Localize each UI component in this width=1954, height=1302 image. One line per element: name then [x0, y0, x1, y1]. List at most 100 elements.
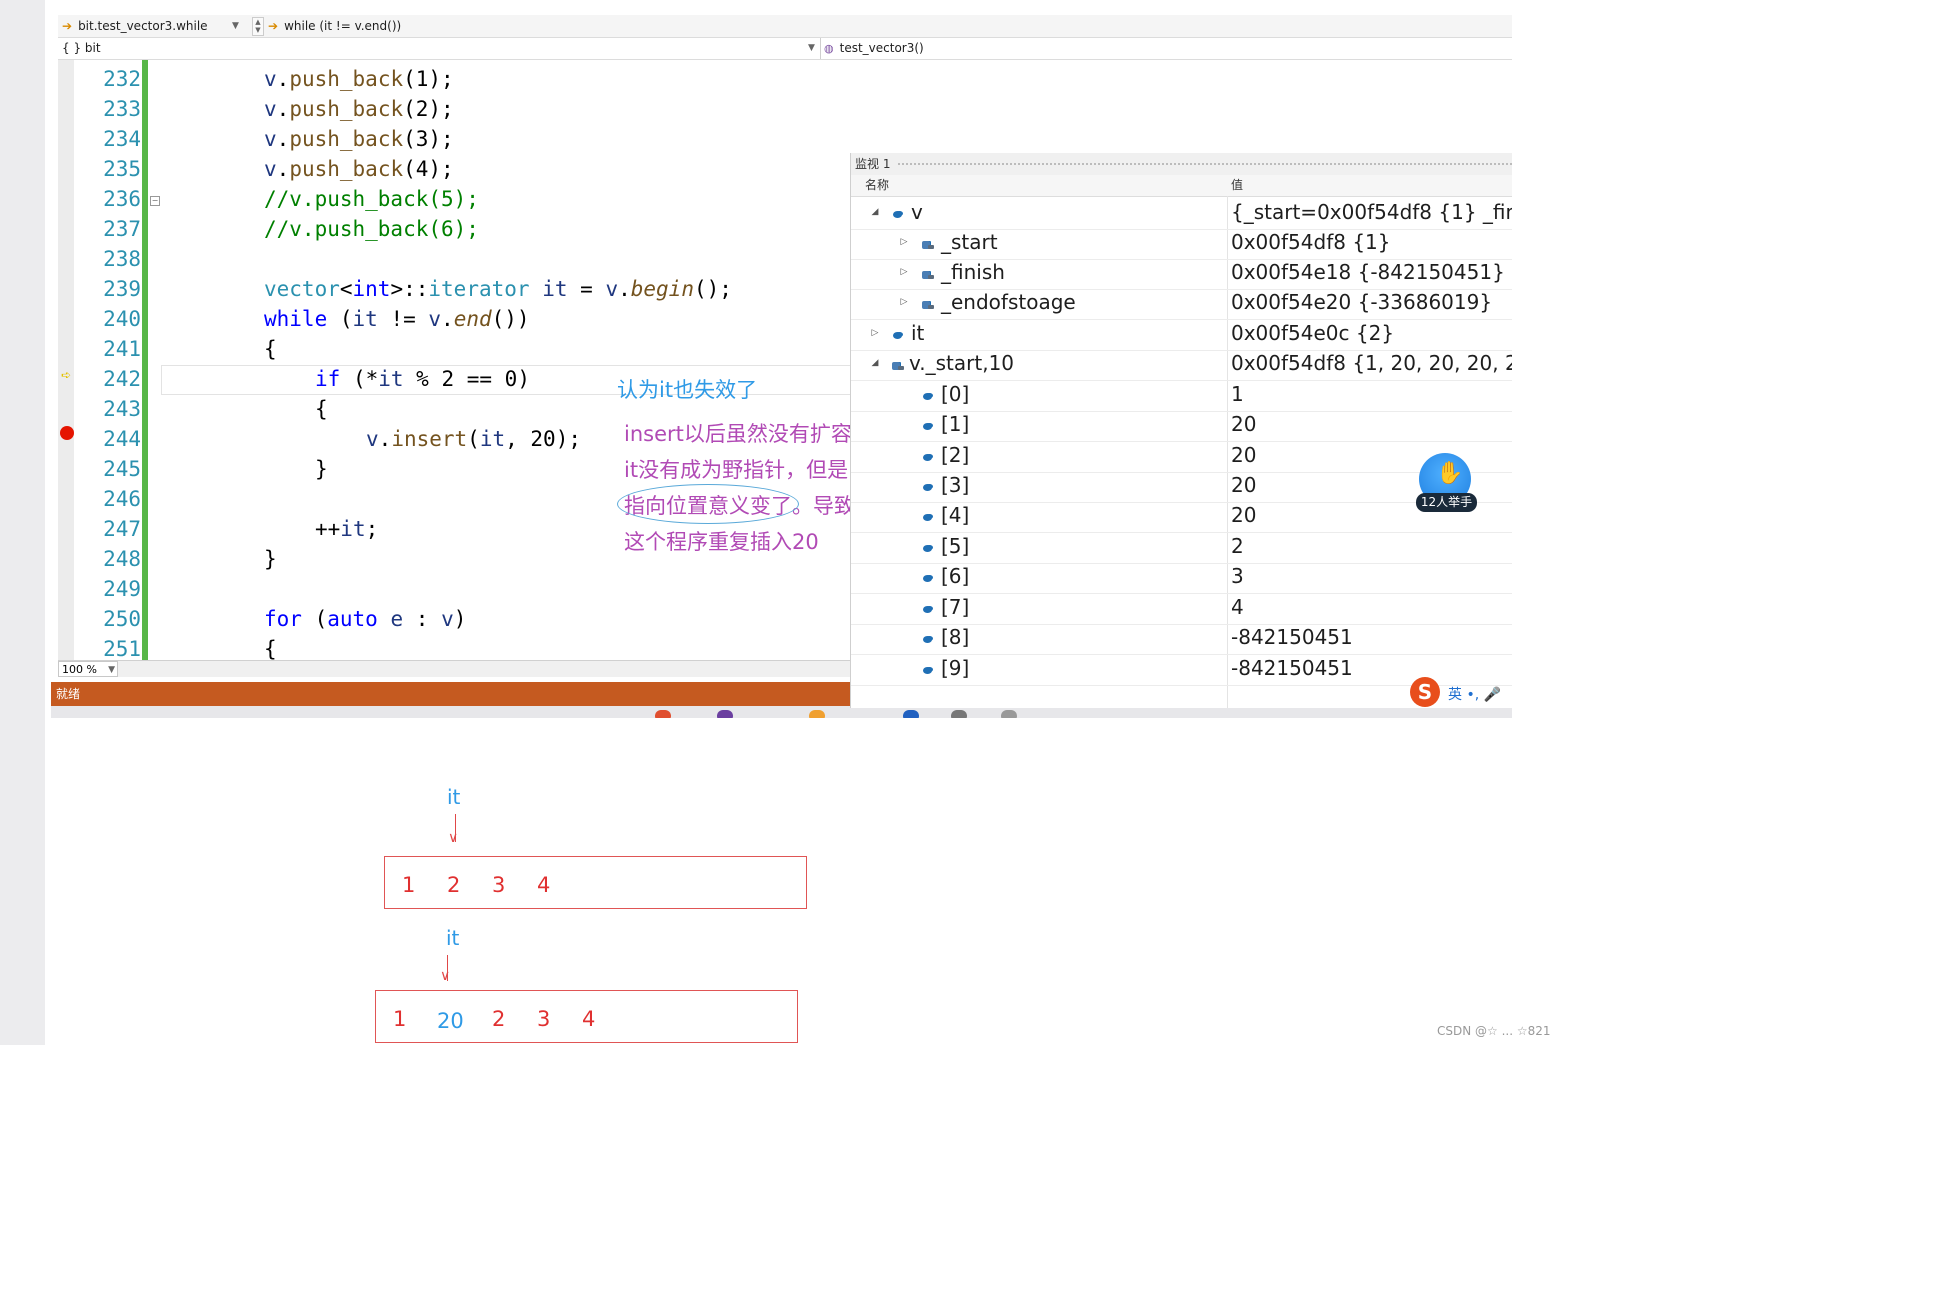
watch-value: 20 [1231, 503, 1257, 527]
collapse-icon[interactable]: − [150, 196, 160, 206]
field-icon [922, 271, 934, 279]
line-number: 243 [103, 397, 141, 421]
column-header-value[interactable]: 值 [1231, 175, 1243, 196]
watch-row[interactable]: ▷ _finish 0x00f54e18 {-842150451} [851, 259, 1512, 290]
navbar-left-dropdown[interactable]: ➔ bit.test_vector3.while [62, 19, 208, 33]
watch-row[interactable]: [2] 20 [851, 442, 1512, 473]
app-icon[interactable] [809, 710, 825, 718]
field-icon [922, 241, 934, 249]
breakpoint-icon[interactable] [60, 426, 74, 440]
vector-box-after: 1 20 2 3 4 [375, 990, 798, 1043]
variable-icon [923, 636, 932, 643]
app-icon[interactable] [903, 710, 919, 718]
app-icon[interactable] [655, 710, 671, 718]
watch-value: 20 [1231, 443, 1257, 467]
watch-name: v [911, 200, 923, 224]
code-line: if (*it % 2 == 0) [315, 367, 530, 391]
change-tracking-bar [142, 60, 148, 660]
annotation-blue: 认为it也失效了 [617, 378, 758, 402]
watch-row[interactable]: [4] 20 [851, 502, 1512, 533]
navbar-stepper[interactable]: ▲ ▼ [252, 17, 264, 36]
watch-name: _finish [941, 260, 1005, 284]
collapsed-triangle-icon[interactable]: ▷ [899, 237, 909, 247]
app-icon[interactable] [717, 710, 733, 718]
variable-icon [923, 393, 932, 400]
breakpoint-gutter[interactable] [58, 60, 74, 660]
line-number: 245 [103, 457, 141, 481]
watch-value: 1 [1231, 382, 1244, 406]
watch-row[interactable]: [8] -842150451 [851, 624, 1512, 655]
watch-row[interactable]: ◢ v._start,10 0x00f54df8 {1, 20, 20, 20,… [851, 350, 1512, 381]
watch-title: 监视 1 [855, 157, 891, 171]
chevron-down-icon[interactable]: ▼ [232, 21, 239, 31]
code-editor[interactable]: v.push_back(1); v.push_back(2); v.push_b… [161, 60, 901, 660]
code-line: v.push_back(2); [264, 97, 454, 121]
zoom-dropdown[interactable]: 100 % ▼ [58, 661, 118, 677]
watch-value: 2 [1231, 534, 1244, 558]
variable-icon [923, 423, 932, 430]
watch-name: v._start,10 [909, 351, 1015, 375]
collapsed-triangle-icon[interactable]: ▷ [899, 267, 909, 277]
watch-name: [2] [941, 443, 970, 467]
arrow-right-icon: ➔ [62, 19, 73, 33]
watch-row[interactable]: [7] 4 [851, 594, 1512, 625]
variable-icon [923, 667, 932, 674]
chevron-down-icon[interactable]: ▼ [808, 43, 815, 53]
annotation-line: it没有成为野指针，但是it [624, 458, 863, 482]
watch-row[interactable]: [1] 20 [851, 411, 1512, 442]
scope-bar: { } bit ▼ ◍ test_vector3() [58, 38, 1512, 60]
collapsed-triangle-icon[interactable]: ▷ [899, 297, 909, 307]
app-icon[interactable] [1001, 710, 1017, 718]
code-line: v.push_back(3); [264, 127, 454, 151]
code-line: v.insert(it, 20); [366, 427, 581, 451]
title-grip [897, 162, 1512, 166]
watch-row[interactable]: ▷ _start 0x00f54df8 {1} [851, 229, 1512, 260]
watch-value: {_start=0x00f54df8 {1} _finish= [1231, 200, 1512, 224]
scope-left-dropdown[interactable]: { } bit [62, 41, 101, 55]
watch-name: it [911, 321, 925, 345]
code-line: } [264, 547, 277, 571]
watch-name: [1] [941, 412, 970, 436]
watch-name: [7] [941, 595, 970, 619]
watch-value: 0x00f54df8 {1, 20, 20, 20, 20, 2 [1231, 351, 1512, 375]
status-bar: 就绪 [51, 682, 855, 706]
app-icon[interactable] [951, 710, 967, 718]
hand-icon: ✋ [1436, 461, 1464, 486]
left-margin-strip [0, 0, 45, 1045]
watch-row[interactable]: ▷ _endofstoage 0x00f54e20 {-33686019} [851, 289, 1512, 320]
line-number: 241 [103, 337, 141, 361]
code-line: } [315, 457, 328, 481]
line-number: 248 [103, 547, 141, 571]
watch-row[interactable]: [5] 2 [851, 533, 1512, 564]
watch-row[interactable]: ◢ v {_start=0x00f54df8 {1} _finish= [851, 199, 1512, 230]
expanded-triangle-icon[interactable]: ◢ [870, 358, 880, 368]
code-line: //v.push_back(6); [264, 217, 479, 241]
watch-row[interactable]: ▷ it 0x00f54e0c {2} [851, 320, 1512, 351]
line-number: 235 [103, 157, 141, 181]
watch-row[interactable]: [6] 3 [851, 563, 1512, 594]
watch-name: [4] [941, 503, 970, 527]
ime-toolbar[interactable]: S 英 •, 🎤 [1410, 677, 1510, 707]
code-line: v.push_back(1); [264, 67, 454, 91]
watch-row[interactable]: [0] 1 [851, 381, 1512, 412]
column-header-name[interactable]: 名称 [865, 175, 889, 196]
expanded-triangle-icon[interactable]: ◢ [870, 207, 880, 217]
ime-status: 英 •, 🎤 [1448, 687, 1502, 703]
line-number: 250 [103, 607, 141, 631]
watch-title-bar[interactable]: 监视 1 [851, 153, 1512, 175]
watch-row[interactable]: [3] 20 [851, 472, 1512, 503]
code-line: vector<int>::iterator it = v.begin(); [264, 277, 732, 301]
watch-value: -842150451 [1231, 656, 1353, 680]
watermark: CSDN @☆ ... ☆821 [1437, 1024, 1551, 1038]
watch-name: [3] [941, 473, 970, 497]
code-line: while (it != v.end()) [264, 307, 530, 331]
code-line: ++it; [315, 517, 379, 541]
scope-right-dropdown[interactable]: ◍ test_vector3() [824, 41, 924, 55]
collapsed-triangle-icon[interactable]: ▷ [870, 328, 880, 338]
line-number: 233 [103, 97, 141, 121]
watch-window: 监视 1 名称 值 ◢ v {_start=0x00f54df8 {1} _fi… [850, 153, 1512, 708]
status-text: 就绪 [56, 687, 81, 701]
watch-name: [6] [941, 564, 970, 588]
navbar-right-dropdown[interactable]: ➔ while (it != v.end()) [268, 19, 401, 33]
line-number: 234 [103, 127, 141, 151]
